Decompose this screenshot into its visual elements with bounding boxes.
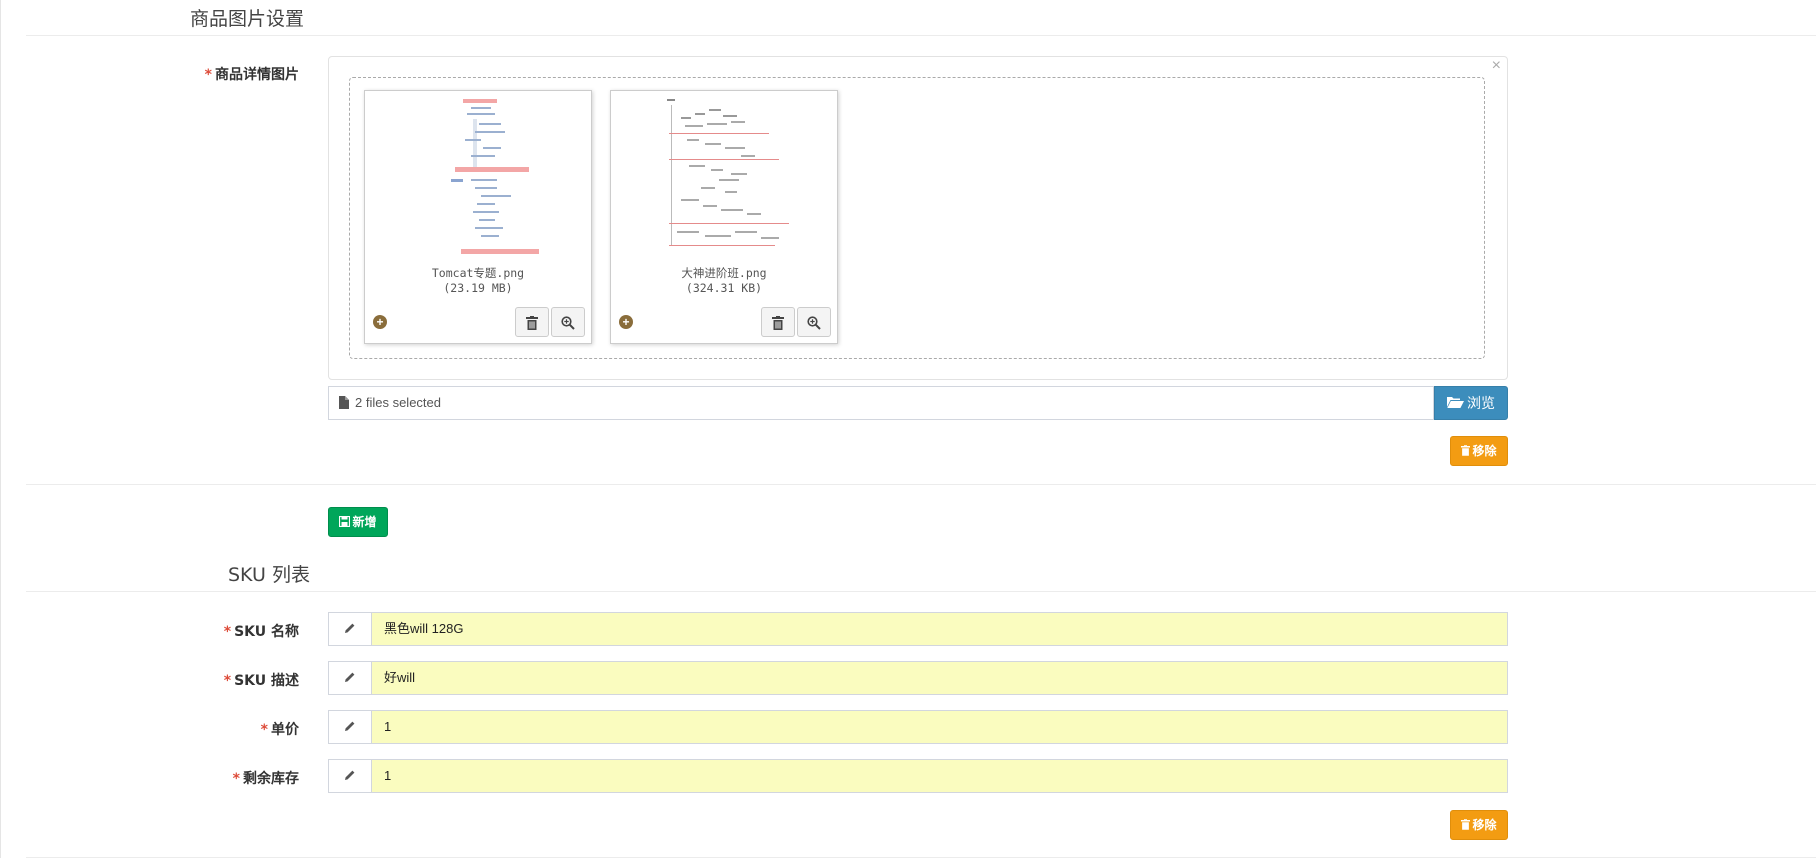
trash-icon [1461, 445, 1471, 456]
pencil-icon [328, 612, 372, 646]
file-size: (324.31 KB) [685, 281, 763, 295]
browse-button[interactable]: 浏览 [1434, 386, 1508, 420]
file-caption[interactable]: 2 files selected [328, 386, 1434, 420]
stock-group: 1 [328, 759, 1508, 793]
zoom-in-icon [561, 316, 575, 331]
zoom-in-icon [807, 316, 821, 331]
pencil-icon [328, 710, 372, 744]
required-mark: * [204, 67, 212, 83]
pencil-icon [328, 661, 372, 695]
sku-name-label: * SKU 名称 [223, 624, 299, 640]
pencil-icon [328, 759, 372, 793]
image-section-title: 商品图片设置 [190, 8, 305, 30]
divider [26, 484, 1816, 485]
file-icon [339, 396, 349, 409]
detail-images-label: * 商品详情图片 [204, 67, 299, 83]
sku-description-label: * SKU 描述 [223, 673, 299, 689]
image-preview-mindmap [667, 99, 789, 246]
sku-section-title: SKU 列表 [228, 564, 310, 586]
image-preview-mindmap [451, 99, 539, 254]
file-thumbnail: Tomcat专题.png (23.19 MB) + [364, 90, 592, 344]
sku-description-group: 好will [328, 661, 1508, 695]
unit-price-label: * 单价 [260, 722, 299, 738]
file-size: (23.19 MB) [443, 281, 513, 295]
zoom-file-button[interactable] [551, 307, 585, 337]
trash-icon [772, 316, 784, 331]
file-name: 大神进阶班.png [681, 266, 767, 280]
left-border [0, 0, 1, 858]
divider [26, 591, 1816, 592]
zoom-file-button[interactable] [797, 307, 831, 337]
plus-circle-icon[interactable]: + [373, 315, 387, 329]
unit-price-group: 1 [328, 710, 1508, 744]
file-preview-panel: × Tomcat专题.png (23.19 MB) + 大神进阶班.png (3… [328, 56, 1508, 380]
folder-open-icon [1447, 397, 1464, 408]
trash-icon [526, 316, 538, 331]
divider [26, 35, 1816, 36]
remove-sku-button[interactable]: 移除 [1450, 810, 1508, 840]
unit-price-input[interactable]: 1 [371, 710, 1508, 744]
sku-description-input[interactable]: 好will [371, 661, 1508, 695]
file-name: Tomcat专题.png [431, 266, 525, 280]
sku-name-input[interactable]: 黑色will 128G [371, 612, 1508, 646]
file-thumbnail: 大神进阶班.png (324.31 KB) + [610, 90, 838, 344]
sku-name-group: 黑色will 128G [328, 612, 1508, 646]
file-caption-text: 2 files selected [355, 395, 441, 410]
remove-image-section-button[interactable]: 移除 [1450, 436, 1508, 466]
plus-circle-icon[interactable]: + [619, 315, 633, 329]
delete-file-button[interactable] [761, 307, 795, 337]
add-button[interactable]: 新增 [328, 507, 388, 537]
drop-zone[interactable]: Tomcat专题.png (23.19 MB) + 大神进阶班.png (324… [349, 77, 1485, 359]
save-icon [339, 515, 351, 528]
trash-icon [1461, 819, 1471, 830]
close-icon[interactable]: × [1492, 57, 1501, 75]
delete-file-button[interactable] [515, 307, 549, 337]
stock-input[interactable]: 1 [371, 759, 1508, 793]
stock-label: * 剩余库存 [232, 771, 299, 787]
